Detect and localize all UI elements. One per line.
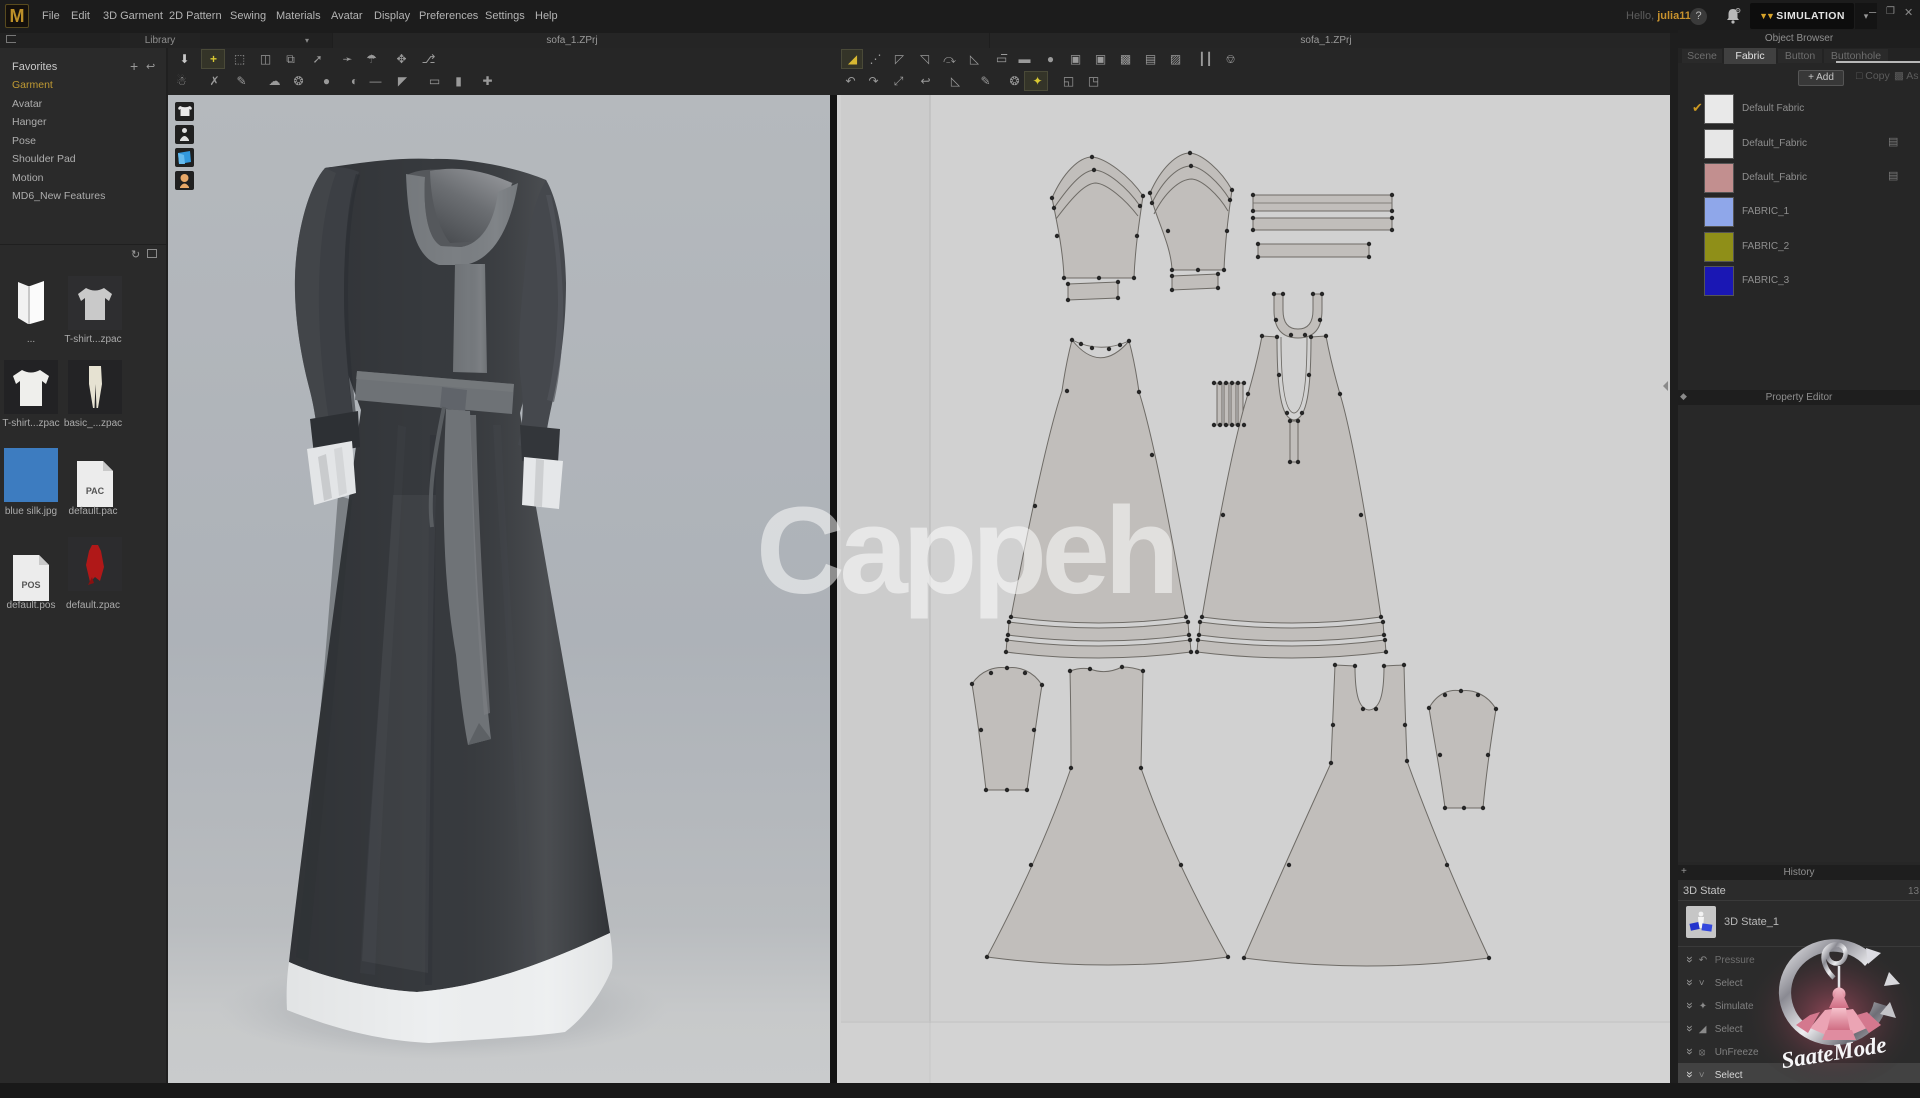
svg-text:POS: POS: [21, 580, 40, 590]
svg-text:+: +: [1737, 8, 1740, 13]
svg-text:PAC: PAC: [86, 486, 105, 496]
